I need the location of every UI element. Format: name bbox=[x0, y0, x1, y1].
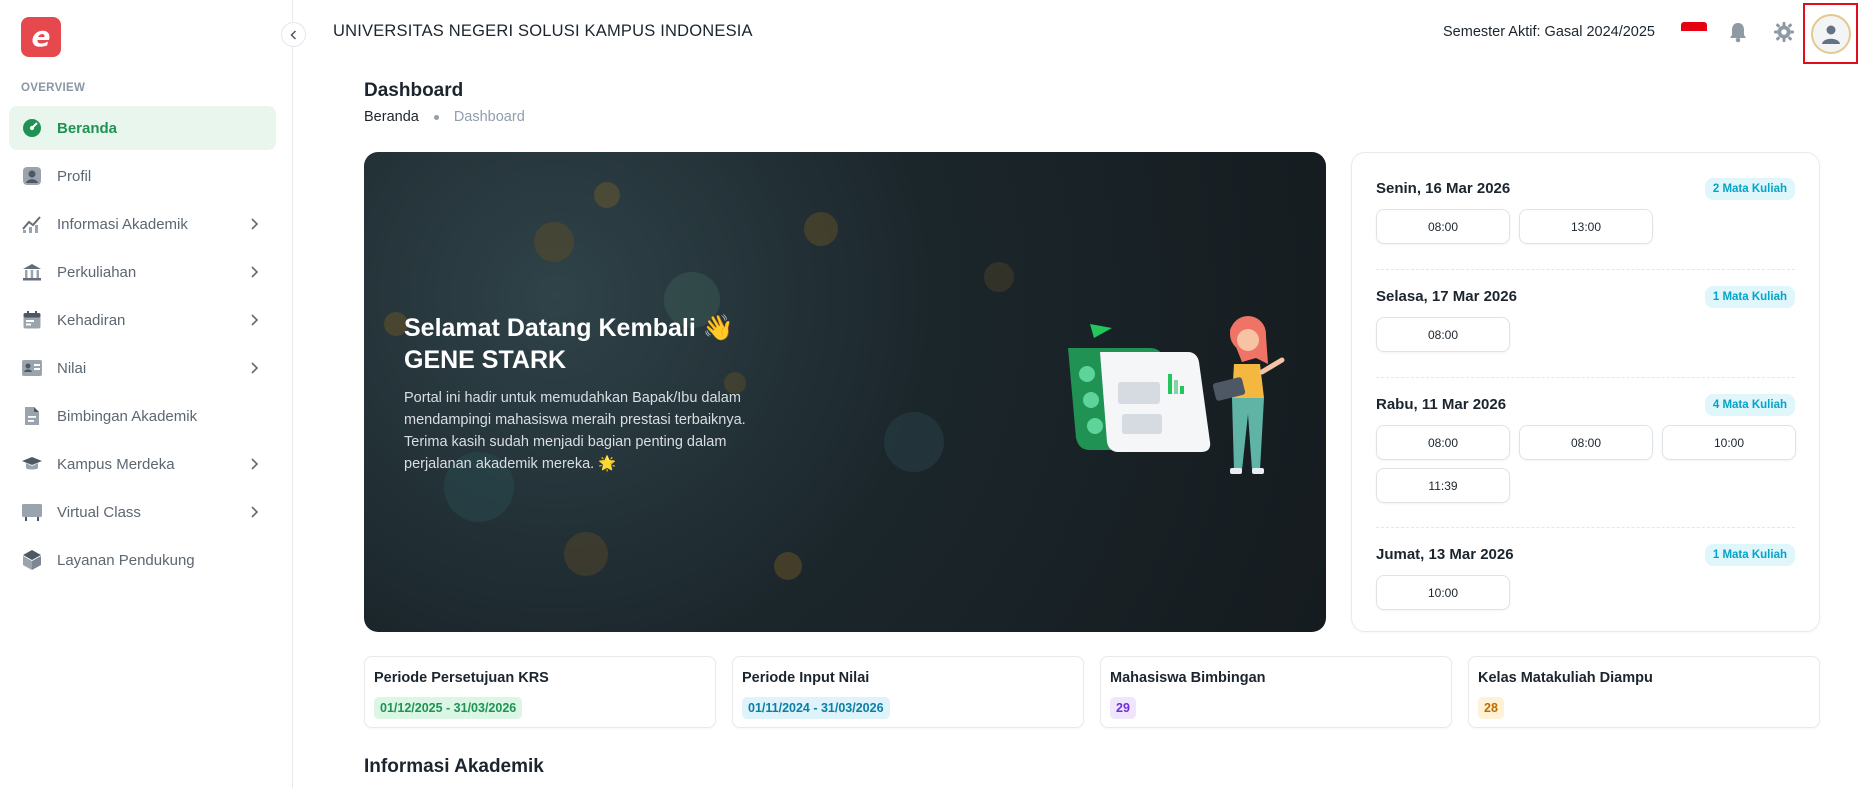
section-title-informasi-akademik: Informasi Akademik bbox=[364, 756, 544, 777]
document-icon bbox=[21, 405, 43, 427]
briefcase-icon bbox=[21, 453, 43, 475]
breadcrumb: Beranda Dashboard bbox=[364, 109, 525, 125]
schedule-time-slot[interactable]: 08:00 bbox=[1376, 425, 1510, 460]
app-logo[interactable]: e bbox=[21, 17, 61, 57]
stat-card-title: Kelas Matakuliah Diampu bbox=[1478, 670, 1653, 686]
schedule-time-slot[interactable]: 10:00 bbox=[1376, 575, 1510, 610]
schedule-time-slot[interactable]: 13:00 bbox=[1519, 209, 1653, 244]
sidebar-item-kampus-merdeka[interactable]: Kampus Merdeka bbox=[9, 442, 276, 486]
sidebar-item-label: Kehadiran bbox=[57, 311, 126, 329]
chevron-right-icon bbox=[251, 266, 259, 278]
welcome-banner: Selamat Datang Kembali 👋 GENE STARK Port… bbox=[364, 152, 1326, 632]
stat-card-title: Periode Persetujuan KRS bbox=[374, 670, 549, 686]
grade-card-icon bbox=[21, 357, 43, 379]
sidebar-item-informasi-akademik[interactable]: Informasi Akademik bbox=[9, 202, 276, 246]
schedule-card: Senin, 16 Mar 2026 2 Mata Kuliah 08:00 1… bbox=[1351, 152, 1820, 632]
active-semester: Semester Aktif: Gasal 2024/2025 bbox=[1443, 24, 1655, 40]
chevron-left-icon bbox=[289, 29, 296, 40]
settings-gear-icon[interactable] bbox=[1772, 20, 1796, 44]
sidebar-item-profil[interactable]: Profil bbox=[9, 154, 276, 198]
logo-letter: e bbox=[31, 20, 51, 53]
stat-card-title: Mahasiswa Bimbingan bbox=[1110, 670, 1266, 686]
box-icon bbox=[21, 549, 43, 571]
sidebar-item-layanan-pendukung[interactable]: Layanan Pendukung bbox=[9, 538, 276, 582]
course-count-badge: 2 Mata Kuliah bbox=[1704, 178, 1795, 200]
breadcrumb-link-beranda[interactable]: Beranda bbox=[364, 109, 419, 125]
chevron-right-icon bbox=[251, 362, 259, 374]
sidebar-item-beranda[interactable]: Beranda bbox=[9, 106, 276, 150]
stat-card-value: 28 bbox=[1478, 697, 1504, 719]
sidebar-item-nilai[interactable]: Nilai bbox=[9, 346, 276, 390]
schedule-time-slot[interactable]: 11:39 bbox=[1376, 468, 1510, 503]
sidebar-section-label: OVERVIEW bbox=[21, 82, 86, 94]
sidebar-item-kehadiran[interactable]: Kehadiran bbox=[9, 298, 276, 342]
language-flag-button[interactable] bbox=[1681, 22, 1707, 40]
user-icon bbox=[1821, 25, 1840, 44]
sidebar-item-label: Virtual Class bbox=[57, 503, 141, 521]
stat-card-value: 01/11/2024 - 31/03/2026 bbox=[742, 697, 890, 719]
sidebar-item-label: Perkuliahan bbox=[57, 263, 137, 281]
avatar bbox=[1810, 13, 1851, 54]
page-title: Dashboard bbox=[364, 80, 464, 101]
stat-card-classes-taught[interactable]: Kelas Matakuliah Diampu 28 bbox=[1468, 656, 1820, 728]
schedule-time-slot[interactable]: 08:00 bbox=[1376, 317, 1510, 352]
sidebar-nav: Beranda Profil Informasi Akademik Perkul… bbox=[9, 106, 276, 586]
collapse-sidebar-button[interactable] bbox=[281, 22, 306, 47]
divider bbox=[1376, 527, 1795, 528]
sidebar-item-label: Beranda bbox=[57, 119, 118, 137]
stat-card-value: 29 bbox=[1110, 697, 1136, 719]
chevron-right-icon bbox=[251, 314, 259, 326]
sidebar-item-bimbingan-akademik[interactable]: Bimbingan Akademik bbox=[9, 394, 276, 438]
schedule-day: Rabu, 11 Mar 2026 4 Mata Kuliah 08:00 08… bbox=[1376, 394, 1796, 503]
board-icon bbox=[21, 501, 43, 523]
user-name: GENE STARK bbox=[404, 346, 567, 374]
schedule-day: Senin, 16 Mar 2026 2 Mata Kuliah 08:00 1… bbox=[1376, 178, 1795, 244]
welcome-greeting: Selamat Datang Kembali 👋 bbox=[404, 314, 734, 342]
university-name: UNIVERSITAS NEGERI SOLUSI KAMPUS INDONES… bbox=[333, 22, 753, 40]
institution-icon bbox=[21, 261, 43, 283]
sidebar-item-label: Bimbingan Akademik bbox=[57, 407, 198, 425]
chevron-right-icon bbox=[251, 458, 259, 470]
dashboard-icon bbox=[21, 117, 43, 139]
welcome-illustration bbox=[1068, 316, 1285, 474]
stat-card-grade-input[interactable]: Periode Input Nilai 01/11/2024 - 31/03/2… bbox=[732, 656, 1084, 728]
welcome-description: Portal ini hadir untuk memudahkan Bapak/… bbox=[404, 390, 746, 472]
chevron-right-icon bbox=[251, 218, 259, 230]
sidebar-item-virtual-class[interactable]: Virtual Class bbox=[9, 490, 276, 534]
sidebar: e OVERVIEW Beranda Profil Informasi Akad… bbox=[0, 0, 293, 788]
sidebar-item-label: Informasi Akademik bbox=[57, 215, 188, 233]
chart-icon bbox=[21, 213, 43, 235]
chevron-right-icon bbox=[251, 506, 259, 518]
sidebar-item-label: Kampus Merdeka bbox=[57, 455, 175, 473]
course-count-badge: 1 Mata Kuliah bbox=[1704, 544, 1795, 566]
divider bbox=[1376, 269, 1795, 270]
sidebar-item-label: Profil bbox=[57, 167, 92, 185]
course-count-badge: 4 Mata Kuliah bbox=[1704, 394, 1795, 416]
profile-icon bbox=[21, 165, 43, 187]
schedule-time-slot[interactable]: 08:00 bbox=[1376, 209, 1510, 244]
course-count-badge: 1 Mata Kuliah bbox=[1704, 286, 1795, 308]
user-avatar-button[interactable] bbox=[1803, 3, 1858, 64]
calendar-icon bbox=[21, 309, 43, 331]
schedule-time-slot[interactable]: 08:00 bbox=[1519, 425, 1653, 460]
schedule-time-slot[interactable]: 10:00 bbox=[1662, 425, 1796, 460]
stat-card-value: 01/12/2025 - 31/03/2026 bbox=[374, 697, 523, 719]
stat-card-krs-approval[interactable]: Periode Persetujuan KRS 01/12/2025 - 31/… bbox=[364, 656, 716, 728]
sidebar-item-perkuliahan[interactable]: Perkuliahan bbox=[9, 250, 276, 294]
divider bbox=[1376, 377, 1795, 378]
breadcrumb-separator bbox=[433, 114, 439, 120]
stat-card-advised-students[interactable]: Mahasiswa Bimbingan 29 bbox=[1100, 656, 1452, 728]
breadcrumb-current: Dashboard bbox=[453, 109, 525, 125]
sidebar-item-label: Nilai bbox=[57, 359, 87, 377]
stat-card-title: Periode Input Nilai bbox=[742, 670, 870, 686]
notification-bell-icon[interactable] bbox=[1726, 20, 1750, 44]
sidebar-item-label: Layanan Pendukung bbox=[57, 551, 195, 569]
schedule-day: Jumat, 13 Mar 2026 1 Mata Kuliah 10:00 bbox=[1376, 544, 1795, 610]
schedule-day: Selasa, 17 Mar 2026 1 Mata Kuliah 08:00 bbox=[1376, 286, 1795, 352]
